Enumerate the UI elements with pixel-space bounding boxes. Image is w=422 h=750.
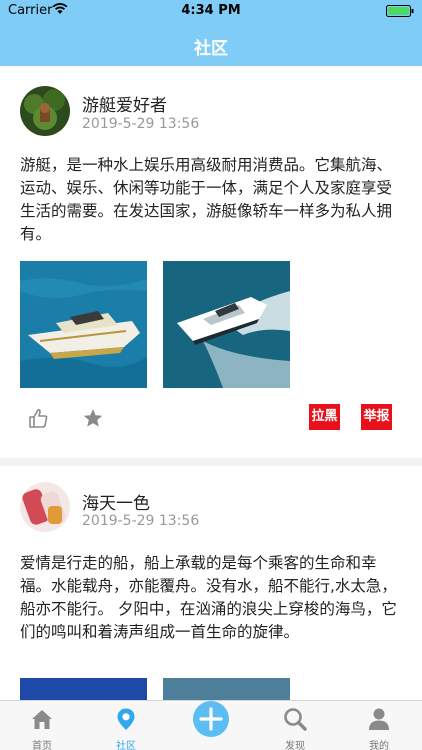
tab-label: 发现 [285,741,305,750]
tab-label: 首页 [32,741,52,750]
post-time: 2019-5-29 13:56 [82,513,200,529]
post-divider [0,458,422,466]
avatar[interactable] [20,482,70,532]
tab-discover[interactable]: 发现 [253,701,337,750]
post-photo[interactable] [20,261,147,388]
post-card: 游艇爱好者 2019-5-29 13:56 游艇，是一种水上娱乐用高级耐用消费品… [0,66,422,456]
post-photo[interactable] [20,678,147,700]
like-icon[interactable] [27,407,49,429]
report-button[interactable]: 举报 [361,404,392,430]
avatar[interactable] [20,86,70,136]
tab-community[interactable]: 社区 [84,701,168,750]
avatar-image [20,86,70,136]
yacht-photo-1 [20,261,147,388]
post-time: 2019-5-29 13:56 [82,116,200,132]
search-icon [284,708,307,731]
navigation-bar: Carrier 4:34 PM 社区 [0,0,422,66]
post-content: 游艇，是一种水上娱乐用高级耐用消费品。它集航海、运动、娱乐、休闲等功能于一体，满… [20,156,393,243]
status-time: 4:34 PM [181,3,241,18]
post-card: 海天一色 2019-5-29 13:56 爱情是行走的船，船上承载的是每个乘客的… [0,466,422,700]
post-photo[interactable] [163,678,290,700]
tab-label: 我的 [369,741,389,750]
home-icon [32,710,52,729]
tab-label: 社区 [116,741,136,750]
post-content: 爱情是行走的船，船上承载的是每个乘客的生命和幸福。水能载舟，亦能覆舟。没有水，船… [20,554,397,641]
battery-icon [386,5,414,17]
avatar-image [20,482,70,532]
page-title: 社区 [194,39,228,59]
plus-icon [199,707,223,731]
tab-home[interactable]: 首页 [0,701,84,750]
add-post-button[interactable] [193,701,229,737]
post-username[interactable]: 游艇爱好者 [82,91,167,116]
post-username[interactable]: 海天一色 [82,489,150,514]
status-bar: Carrier 4:34 PM [0,0,422,22]
community-feed[interactable]: 游艇爱好者 2019-5-29 13:56 游艇，是一种水上娱乐用高级耐用消费品… [0,66,422,700]
yacht-photo-2 [163,261,290,388]
post-photo[interactable] [163,261,290,388]
favorite-star-icon[interactable] [82,407,104,429]
block-button[interactable]: 拉黑 [309,404,340,430]
person-icon [369,708,389,730]
location-pin-icon [117,708,135,730]
tab-mine[interactable]: 我的 [337,701,421,750]
